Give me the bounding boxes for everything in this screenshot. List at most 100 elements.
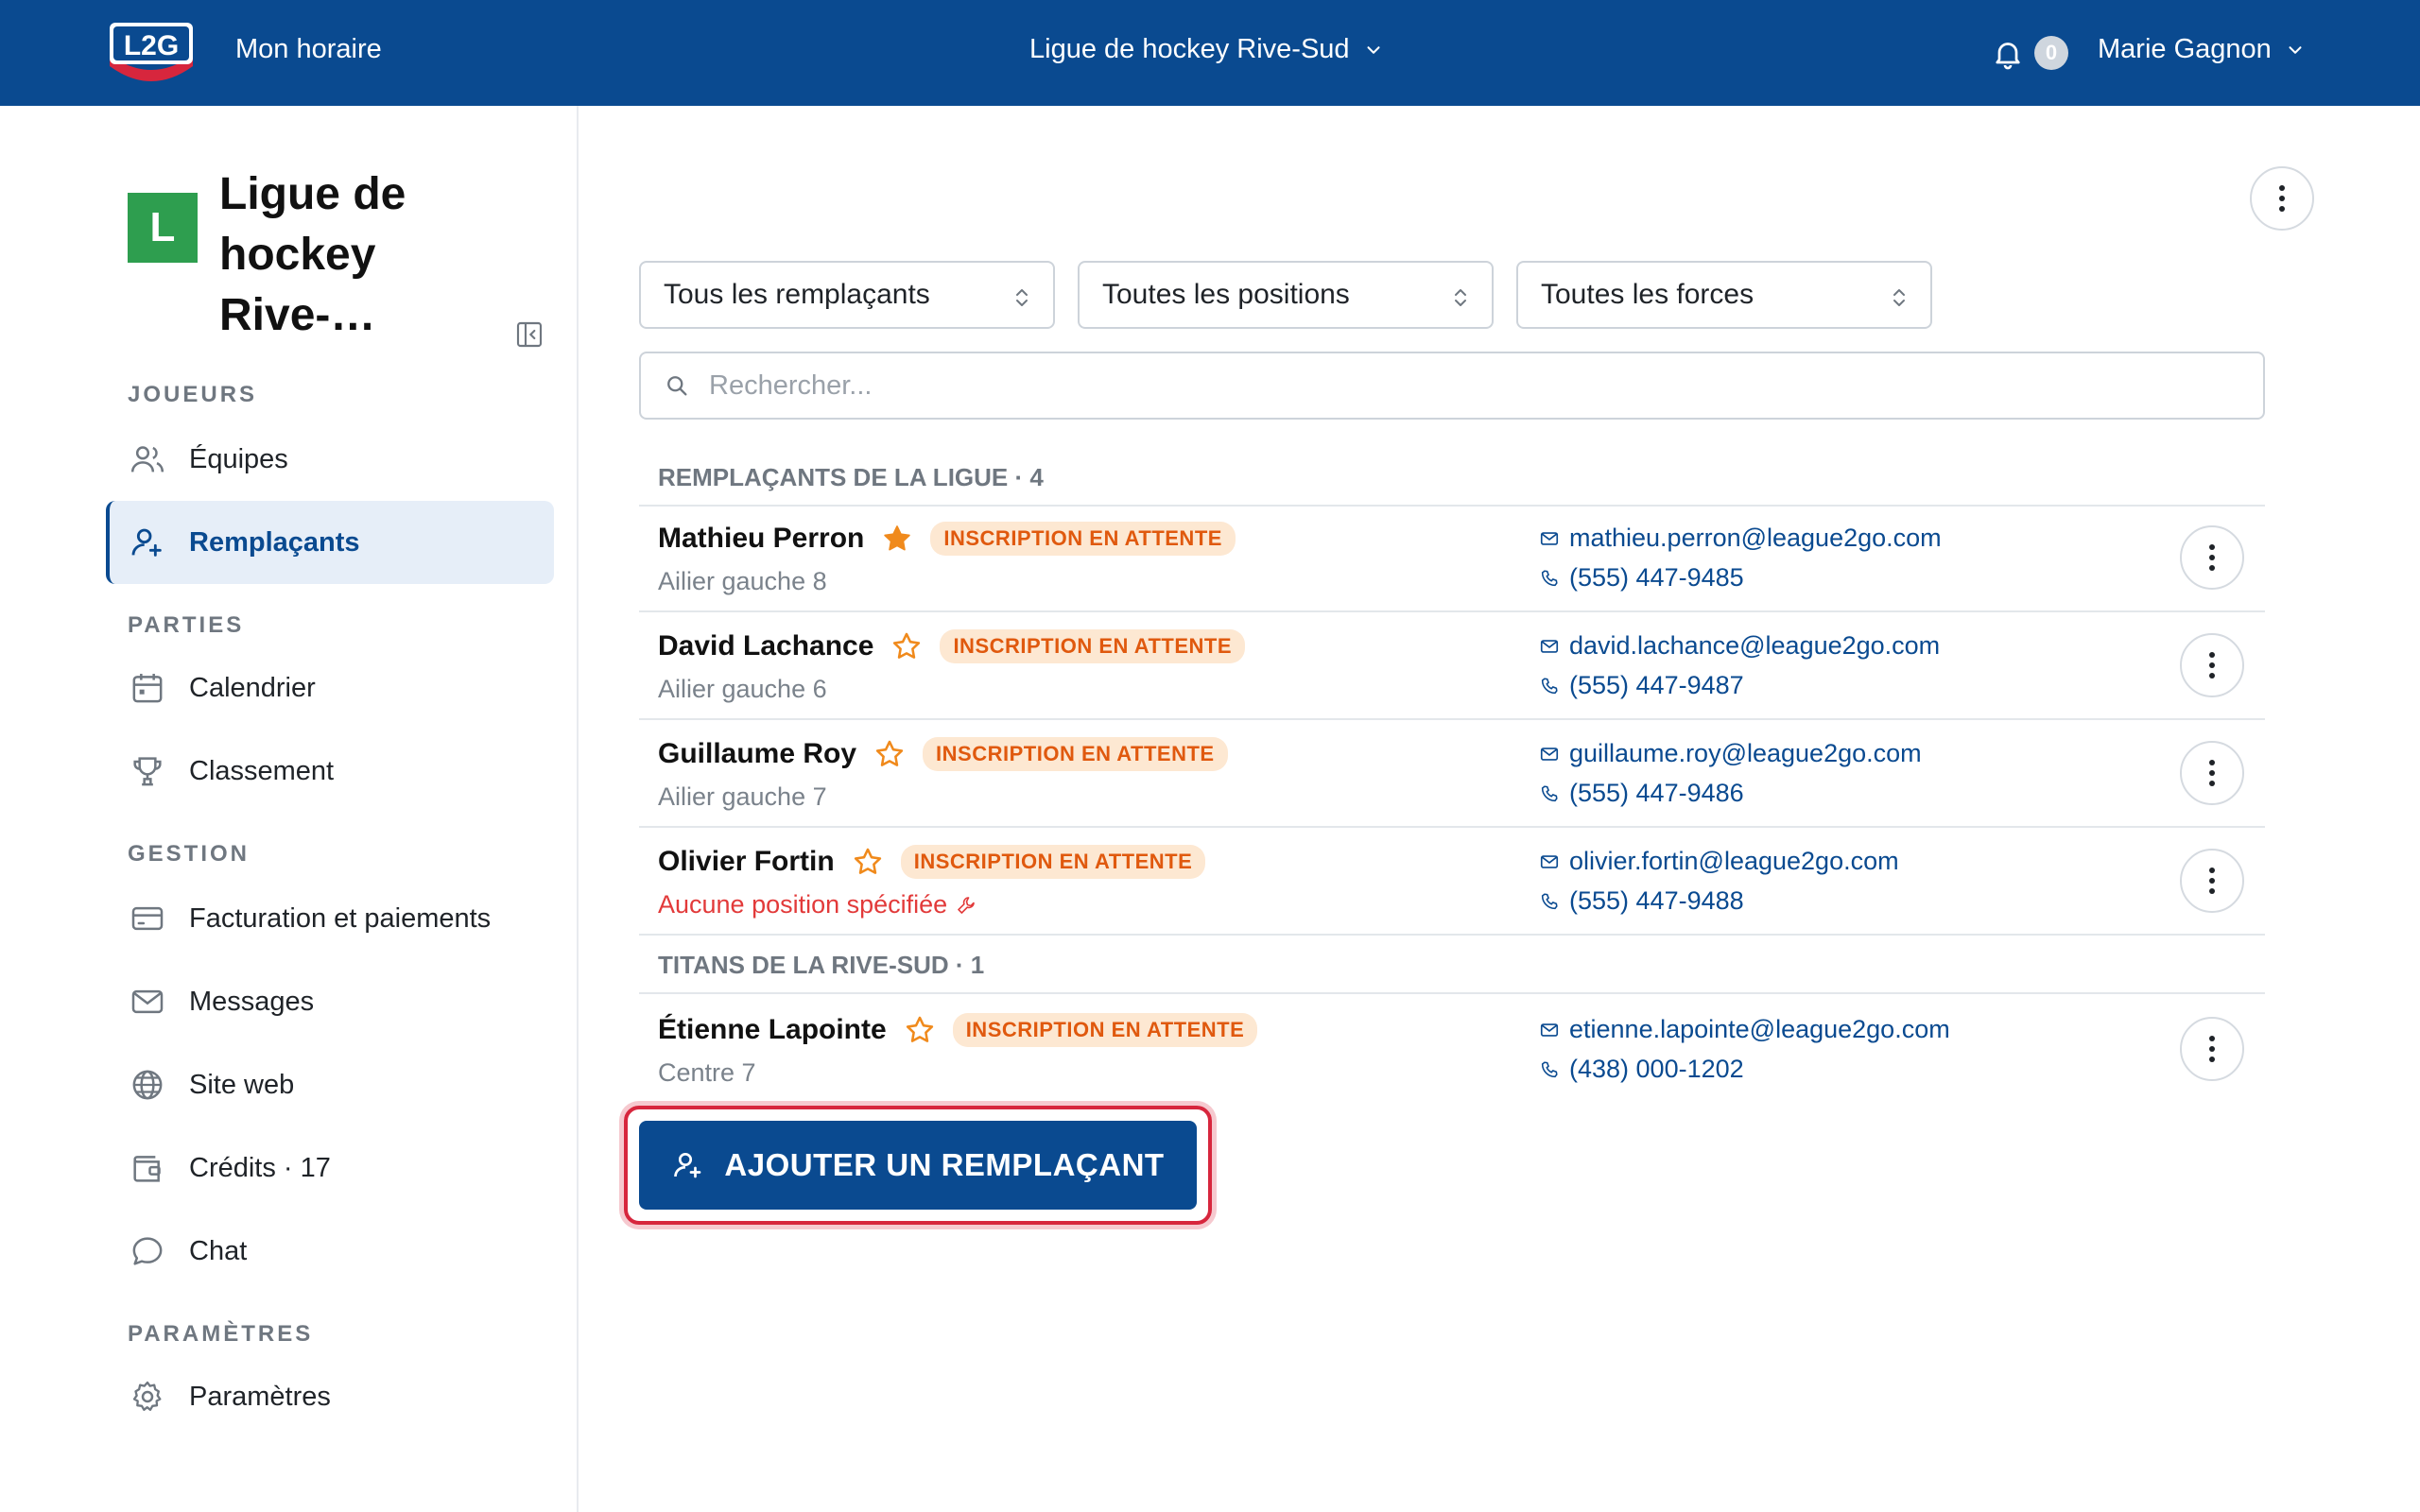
row-more-options-button[interactable] — [2180, 1017, 2244, 1081]
phone-link[interactable]: (555) 447-9488 — [1539, 886, 1744, 916]
email-link[interactable]: etienne.lapointe@league2go.com — [1539, 1015, 1950, 1044]
sidebar-item-standings[interactable]: Classement — [106, 730, 554, 813]
player-position: Ailier gauche 6 — [658, 675, 827, 703]
email-link[interactable]: david.lachance@league2go.com — [1539, 631, 1940, 661]
status-badge: INSCRIPTION EN ATTENTE — [930, 522, 1236, 556]
row-more-options-button[interactable] — [2180, 849, 2244, 913]
wallet-icon — [133, 1156, 161, 1182]
row-more-options-button[interactable] — [2180, 525, 2244, 590]
notification-count-badge: 0 — [2034, 36, 2068, 70]
my-schedule-link[interactable]: Mon horaire — [235, 34, 382, 65]
search-input[interactable] — [709, 369, 2221, 402]
star-outline-icon[interactable] — [873, 738, 906, 770]
phone-text: (555) 447-9486 — [1569, 779, 1744, 807]
sidebar-item-label: Équipes — [189, 443, 288, 474]
player-position: Centre 7 — [658, 1058, 756, 1087]
phone-text: (555) 447-9485 — [1569, 563, 1744, 592]
sidebar-item-label: Chat — [189, 1235, 248, 1266]
chevron-down-icon — [2289, 45, 2302, 54]
email-link[interactable]: mathieu.perron@league2go.com — [1539, 524, 1942, 553]
email-link[interactable]: guillaume.roy@league2go.com — [1539, 739, 1922, 768]
filter-positions-select[interactable]: Toutes les positions — [1078, 261, 1494, 329]
calendar-icon — [132, 674, 163, 703]
star-outline-icon[interactable] — [852, 846, 884, 878]
player-position-warning: Aucune position spécifiée — [658, 890, 977, 919]
row-more-options-button[interactable] — [2180, 741, 2244, 805]
status-badge: INSCRIPTION EN ATTENTE — [952, 1013, 1258, 1047]
wrench-icon[interactable] — [955, 894, 977, 917]
collapse-sidebar-icon[interactable] — [514, 319, 544, 350]
player-name: David Lachance — [658, 630, 874, 662]
sidebar-item-settings[interactable]: Paramètres — [106, 1355, 554, 1438]
star-outline-icon[interactable] — [890, 630, 923, 662]
sidebar-item-teams[interactable]: Équipes — [106, 418, 554, 501]
sidebar-item-label: Site web — [189, 1069, 295, 1100]
phone-link[interactable]: (555) 447-9487 — [1539, 671, 1744, 700]
row-more-options-button[interactable] — [2180, 633, 2244, 697]
sidebar-item-website[interactable]: Site web — [106, 1043, 554, 1126]
user-name: Marie Gagnon — [2098, 34, 2272, 64]
phone-link[interactable]: (555) 447-9486 — [1539, 779, 1744, 808]
sidebar-item-chat[interactable]: Chat — [106, 1210, 554, 1293]
player-position: Ailier gauche 7 — [658, 782, 827, 811]
table-row: Guillaume Roy INSCRIPTION EN ATTENTE Ail… — [639, 720, 2265, 828]
filter-substitutes-select[interactable]: Tous les remplaçants — [639, 261, 1055, 329]
league2go-logo[interactable]: L2G — [104, 17, 199, 83]
sidebar-item-messages[interactable]: Messages — [106, 960, 554, 1043]
sidebar-item-calendar[interactable]: Calendrier — [106, 646, 554, 730]
section-label-players: JOUEURS — [128, 382, 258, 407]
mail-icon — [1540, 747, 1559, 761]
sidebar-item-label: Classement — [189, 755, 335, 786]
trophy-icon — [133, 757, 162, 786]
kebab-menu-icon — [2209, 760, 2215, 786]
star-outline-icon[interactable] — [904, 1014, 936, 1046]
credit-card-icon — [131, 906, 164, 931]
phone-link[interactable]: (438) 000-1202 — [1539, 1055, 1744, 1084]
org-avatar: L — [128, 193, 198, 263]
phone-text: (438) 000-1202 — [1569, 1055, 1744, 1083]
player-name: Mathieu Perron — [658, 523, 865, 554]
sidebar-item-credits[interactable]: Crédits · 17 — [106, 1126, 554, 1210]
email-text: guillaume.roy@league2go.com — [1569, 739, 1922, 767]
section-label-settings: PARAMÈTRES — [128, 1321, 314, 1347]
user-plus-icon — [131, 528, 162, 557]
table-row: Olivier Fortin INSCRIPTION EN ATTENTE Au… — [639, 828, 2265, 936]
sidebar-item-billing[interactable]: Facturation et paiements — [106, 877, 554, 960]
group-header-team: TITANS DE LA RIVE-SUD · 1 — [639, 937, 2265, 994]
star-filled-icon[interactable] — [881, 523, 913, 555]
group-header-league-substitutes: REMPLAÇANTS DE LA LIGUE · 4 — [639, 450, 2265, 507]
league-switcher[interactable]: Ligue de hockey Rive-Sud — [1029, 34, 1384, 65]
sidebar-item-label: Calendrier — [189, 672, 316, 703]
mail-icon — [1540, 854, 1559, 868]
user-menu[interactable]: Marie Gagnon — [2098, 34, 2306, 65]
phone-text: (555) 447-9488 — [1569, 886, 1744, 915]
chevron-down-icon — [1367, 45, 1380, 54]
logo-text: L2G — [124, 30, 179, 61]
kebab-menu-icon — [2209, 544, 2215, 571]
page-more-options-button[interactable] — [2250, 166, 2314, 231]
add-substitute-label: AJOUTER UN REMPLAÇANT — [724, 1147, 1165, 1182]
add-substitute-button[interactable]: AJOUTER UN REMPLAÇANT — [639, 1121, 1197, 1210]
filter-positions-value: Toutes les positions — [1102, 279, 1350, 310]
mail-icon — [1540, 531, 1559, 545]
sidebar-item-label: Paramètres — [189, 1381, 331, 1412]
mail-icon — [131, 989, 164, 1014]
sidebar-item-substitutes[interactable]: Remplaçants — [106, 501, 554, 584]
email-text: etienne.lapointe@league2go.com — [1569, 1015, 1950, 1043]
email-link[interactable]: olivier.fortin@league2go.com — [1539, 847, 1899, 876]
table-row: David Lachance INSCRIPTION EN ATTENTE Ai… — [639, 612, 2265, 720]
player-position: Ailier gauche 8 — [658, 567, 827, 595]
sidebar-item-label: Crédits · 17 — [189, 1152, 331, 1183]
phone-link[interactable]: (555) 447-9485 — [1539, 563, 1744, 593]
updown-chevron-icon — [1893, 289, 1905, 306]
filter-strengths-select[interactable]: Toutes les forces — [1516, 261, 1932, 329]
chat-bubble-icon — [132, 1237, 163, 1265]
status-badge: INSCRIPTION EN ATTENTE — [900, 845, 1206, 879]
bell-icon[interactable] — [1991, 36, 2025, 72]
mail-icon — [1540, 1022, 1559, 1037]
filter-strengths-value: Toutes les forces — [1541, 279, 1754, 310]
filter-substitutes-value: Tous les remplaçants — [664, 279, 930, 310]
section-label-games: PARTIES — [128, 612, 245, 638]
mail-icon — [1540, 639, 1559, 653]
updown-chevron-icon — [1455, 289, 1466, 306]
